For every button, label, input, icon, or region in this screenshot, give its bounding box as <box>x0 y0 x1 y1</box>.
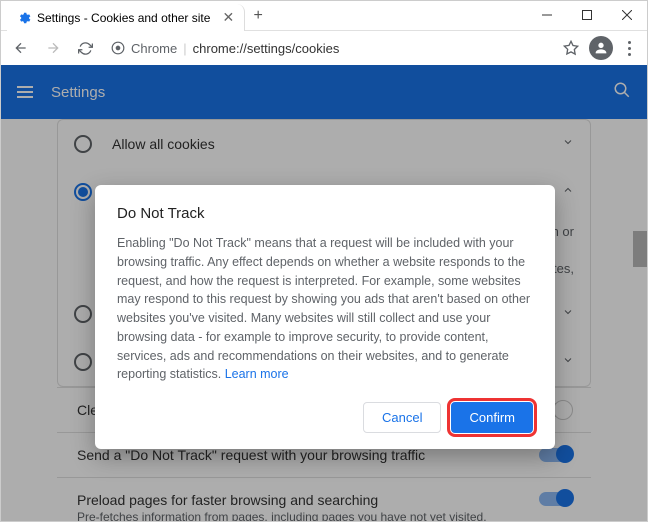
dialog-buttons: Cancel Confirm <box>117 402 533 433</box>
url-display[interactable]: Chrome | chrome://settings/cookies <box>103 41 553 56</box>
forward-button[interactable] <box>39 34 67 62</box>
confirm-button[interactable]: Confirm <box>451 402 533 433</box>
browser-tab[interactable]: Settings - Cookies and other site ✕ <box>7 4 245 31</box>
close-tab-icon[interactable]: ✕ <box>222 9 234 26</box>
tab-title: Settings - Cookies and other site <box>37 11 210 25</box>
kebab-menu-icon[interactable] <box>617 41 641 56</box>
back-button[interactable] <box>7 34 35 62</box>
cancel-button[interactable]: Cancel <box>363 402 441 433</box>
dialog-body: Enabling "Do Not Track" means that a req… <box>117 234 533 384</box>
dialog-title: Do Not Track <box>117 205 533 222</box>
window-titlebar: Settings - Cookies and other site ✕ + <box>1 1 647 31</box>
chrome-icon <box>111 41 125 55</box>
star-icon[interactable] <box>557 34 585 62</box>
address-bar: Chrome | chrome://settings/cookies <box>1 31 647 65</box>
window-controls <box>527 1 647 29</box>
new-tab-button[interactable]: + <box>245 7 271 25</box>
reload-button[interactable] <box>71 34 99 62</box>
minimize-button[interactable] <box>527 1 567 29</box>
learn-more-link[interactable]: Learn more <box>225 367 289 381</box>
url-origin: Chrome <box>131 41 177 56</box>
maximize-button[interactable] <box>567 1 607 29</box>
close-window-button[interactable] <box>607 1 647 29</box>
dnt-dialog: Do Not Track Enabling "Do Not Track" mea… <box>95 185 555 449</box>
url-separator: | <box>183 41 186 56</box>
url-path: chrome://settings/cookies <box>193 41 340 56</box>
profile-avatar[interactable] <box>589 36 613 60</box>
gear-icon <box>17 11 31 25</box>
